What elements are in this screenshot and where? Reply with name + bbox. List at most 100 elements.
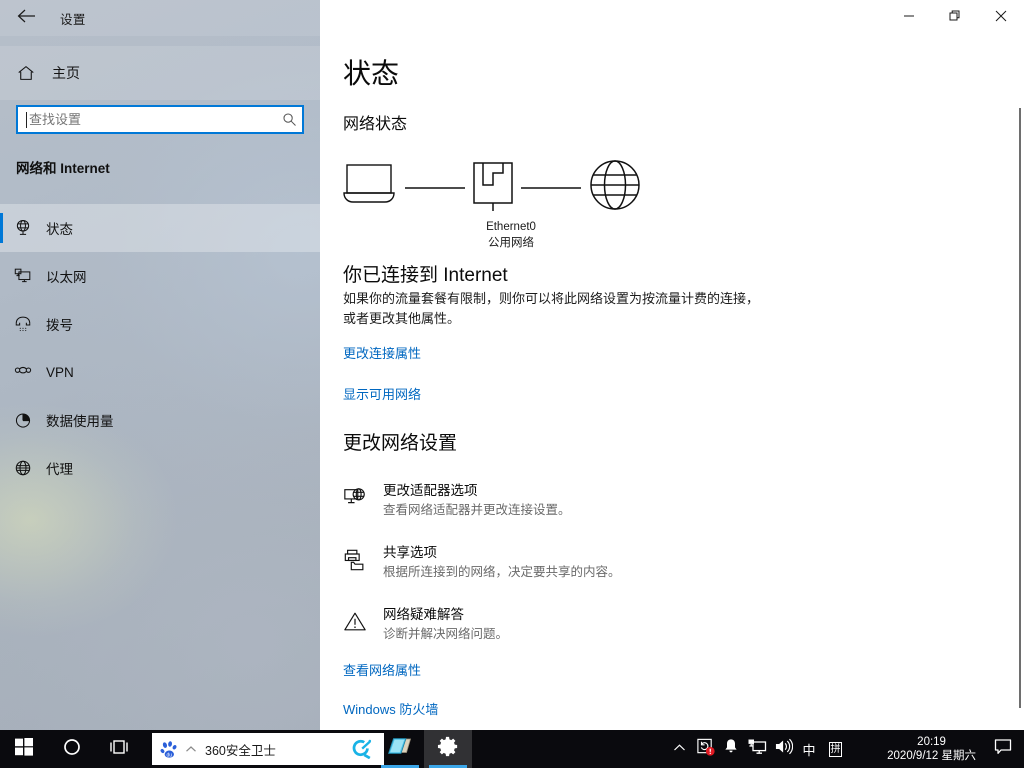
sidebar-item-dialup[interactable]: 拨号 bbox=[0, 300, 320, 348]
settings-sidebar: 设置 主页 网络和 Internet bbox=[0, 0, 320, 730]
action-change-adapter-options[interactable]: 更改适配器选项 查看网络适配器并更改连接设置。 bbox=[343, 480, 903, 542]
sidebar-item-home[interactable]: 主页 bbox=[0, 46, 320, 100]
sidebar-item-vpn[interactable]: VPN bbox=[0, 348, 320, 396]
back-button[interactable] bbox=[5, 2, 47, 34]
action-subtitle: 查看网络适配器并更改连接设置。 bbox=[383, 501, 571, 519]
sidebar-item-dialup-label: 拨号 bbox=[46, 314, 73, 334]
settings-search-box[interactable] bbox=[16, 105, 304, 134]
cortana-circle-icon bbox=[63, 738, 81, 761]
taskbar-clock[interactable]: 20:19 2020/9/12 星期六 bbox=[881, 730, 982, 768]
clock-date: 2020/9/12 星期六 bbox=[887, 749, 976, 763]
change-network-settings-heading: 更改网络设置 bbox=[343, 428, 457, 455]
window-title: 设置 bbox=[60, 9, 86, 28]
svg-text:du: du bbox=[166, 752, 172, 758]
minimize-icon bbox=[903, 10, 915, 22]
settings-content-pane: 状态 网络状态 bbox=[320, 0, 1024, 730]
tray-ime-pinyin-button[interactable]: 拼 bbox=[822, 730, 848, 768]
ime-pinyin-icon: 拼 bbox=[829, 742, 842, 757]
network-actions-list: 更改适配器选项 查看网络适配器并更改连接设置。 共享选项 根据所连接到的网络，决… bbox=[343, 480, 903, 666]
taskbar: du 360安全卫士 bbox=[0, 730, 1024, 768]
vpn-icon bbox=[0, 362, 46, 382]
tray-notifications-bell[interactable] bbox=[718, 730, 744, 768]
sidebar-item-vpn-label: VPN bbox=[46, 365, 74, 380]
cortana-button[interactable] bbox=[48, 730, 96, 768]
tray-ime-mode-button[interactable]: 中 bbox=[796, 730, 822, 768]
update-error-icon bbox=[696, 737, 715, 761]
back-arrow-icon bbox=[16, 8, 36, 29]
notepad-icon bbox=[387, 735, 413, 764]
window-controls bbox=[886, 0, 1024, 32]
tray-show-hidden-icons-button[interactable] bbox=[666, 730, 692, 768]
adapter-profile: 公用网络 bbox=[451, 235, 571, 251]
page-title: 状态 bbox=[343, 52, 399, 92]
restore-icon bbox=[949, 10, 961, 22]
close-icon bbox=[995, 10, 1007, 22]
troubleshoot-warning-icon bbox=[343, 604, 383, 639]
adapter-options-icon bbox=[343, 480, 383, 515]
sidebar-item-proxy-label: 代理 bbox=[46, 458, 73, 478]
link-show-available-networks[interactable]: 显示可用网络 bbox=[343, 384, 421, 403]
sidebar-item-ethernet[interactable]: 以太网 bbox=[0, 252, 320, 300]
taskbar-search-box[interactable]: du 360安全卫士 bbox=[152, 733, 384, 765]
search-icon[interactable] bbox=[276, 112, 302, 127]
sidebar-title-bar bbox=[0, 0, 320, 36]
action-text-group: 共享选项 根据所连接到的网络，决定要共享的内容。 bbox=[383, 542, 621, 581]
sidebar-category-title: 网络和 Internet bbox=[16, 157, 110, 177]
chevron-up-icon[interactable] bbox=[185, 745, 197, 754]
network-status-heading: 网络状态 bbox=[343, 110, 407, 134]
sidebar-item-data-usage[interactable]: 数据使用量 bbox=[0, 396, 320, 444]
action-subtitle: 诊断并解决网络问题。 bbox=[383, 625, 508, 643]
sidebar-item-status-label: 状态 bbox=[46, 218, 73, 238]
minimize-button[interactable] bbox=[886, 0, 932, 32]
laptop-icon bbox=[344, 165, 394, 202]
sidebar-item-home-label: 主页 bbox=[52, 63, 80, 83]
search-input[interactable] bbox=[27, 107, 276, 132]
sidebar-item-ethernet-label: 以太网 bbox=[46, 266, 87, 286]
360-search-icon[interactable] bbox=[352, 739, 372, 759]
action-network-troubleshooter[interactable]: 网络疑难解答 诊断并解决网络问题。 bbox=[343, 604, 903, 666]
volume-icon bbox=[774, 738, 793, 760]
action-text-group: 更改适配器选项 查看网络适配器并更改连接设置。 bbox=[383, 480, 571, 519]
globe-icon bbox=[591, 161, 639, 209]
home-icon bbox=[0, 63, 52, 83]
baidu-paw-icon: du bbox=[160, 740, 179, 759]
action-text-group: 网络疑难解答 诊断并解决网络问题。 bbox=[383, 604, 508, 643]
settings-app-window: 设置 主页 网络和 Internet bbox=[0, 0, 1024, 768]
connection-status-description: 如果你的流量套餐有限制，则你可以将此网络设置为按流量计费的连接，或者更改其他属性… bbox=[343, 289, 763, 329]
network-status-icon bbox=[0, 218, 46, 238]
taskbar-app-settings[interactable] bbox=[424, 730, 472, 768]
action-sharing-options[interactable]: 共享选项 根据所连接到的网络，决定要共享的内容。 bbox=[343, 542, 903, 604]
connection-status-title: 你已连接到 Internet bbox=[343, 260, 508, 287]
sidebar-nav-list: 状态 以太网 bbox=[0, 204, 320, 492]
data-usage-icon bbox=[0, 410, 46, 430]
taskbar-app-notepad[interactable] bbox=[376, 730, 424, 768]
action-center-button[interactable] bbox=[986, 730, 1020, 768]
windows-start-icon bbox=[15, 738, 33, 761]
clock-time: 20:19 bbox=[917, 735, 946, 749]
start-button[interactable] bbox=[0, 730, 48, 768]
action-subtitle: 根据所连接到的网络，决定要共享的内容。 bbox=[383, 563, 621, 581]
bell-icon bbox=[723, 738, 739, 760]
link-change-connection-properties[interactable]: 更改连接属性 bbox=[343, 343, 421, 362]
tray-update-error-icon[interactable] bbox=[692, 730, 718, 768]
ethernet-icon bbox=[0, 266, 46, 286]
sidebar-item-status[interactable]: 状态 bbox=[0, 204, 320, 252]
ethernet-port-icon bbox=[474, 163, 512, 211]
tray-volume-icon[interactable] bbox=[770, 730, 796, 768]
show-desktop-button[interactable] bbox=[1020, 730, 1024, 768]
link-windows-firewall[interactable]: Windows 防火墙 bbox=[343, 699, 438, 718]
action-title: 网络疑难解答 bbox=[383, 605, 508, 625]
restore-button[interactable] bbox=[932, 0, 978, 32]
taskbar-search-text: 360安全卫士 bbox=[205, 740, 352, 759]
adapter-label: Ethernet0 公用网络 bbox=[451, 219, 571, 251]
network-diagram: Ethernet0 公用网络 bbox=[343, 155, 683, 255]
settings-gear-icon bbox=[437, 735, 460, 763]
link-view-network-properties[interactable]: 查看网络属性 bbox=[343, 660, 421, 679]
action-title: 更改适配器选项 bbox=[383, 481, 571, 501]
sidebar-item-proxy[interactable]: 代理 bbox=[0, 444, 320, 492]
task-view-button[interactable] bbox=[96, 730, 144, 768]
network-monitor-icon bbox=[747, 738, 767, 761]
close-button[interactable] bbox=[978, 0, 1024, 32]
tray-network-icon[interactable] bbox=[744, 730, 770, 768]
content-scrollbar[interactable] bbox=[1019, 108, 1021, 708]
